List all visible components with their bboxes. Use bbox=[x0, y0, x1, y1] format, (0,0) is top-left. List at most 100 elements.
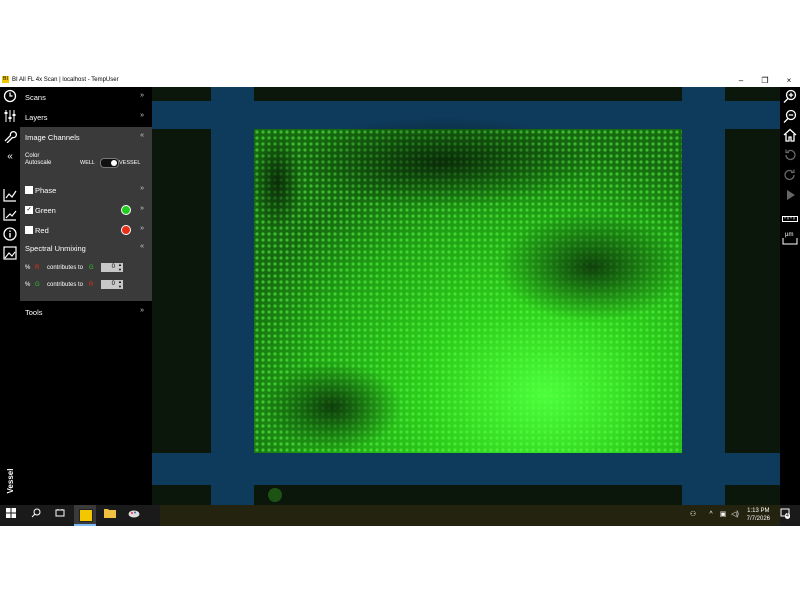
contributes-to-label: contributes to bbox=[47, 282, 84, 288]
zoom-in-icon[interactable] bbox=[782, 89, 798, 105]
green-label: Green bbox=[35, 206, 56, 215]
chevron-down-icon: » bbox=[140, 92, 144, 99]
clock-icon[interactable] bbox=[2, 89, 18, 105]
bottom-well-spot bbox=[268, 488, 282, 502]
people-icon[interactable]: ⚇ bbox=[686, 508, 700, 522]
image-channels-box: Image Channels « Color Autoscale WELL VE… bbox=[20, 127, 152, 301]
system-clock[interactable]: 1:13 PM 7/7/2026 bbox=[747, 507, 770, 523]
task-view-icon[interactable] bbox=[53, 508, 67, 522]
vessel-frame-right bbox=[682, 87, 725, 505]
toggle-well-label: WELL bbox=[80, 160, 95, 166]
application-window: BI BI All FL 4x Scan | localhost - TempU… bbox=[0, 74, 800, 526]
image-viewer[interactable] bbox=[152, 87, 780, 505]
dark-region bbox=[497, 212, 687, 322]
image-channels-label: Image Channels bbox=[25, 133, 80, 142]
app-icon: BI bbox=[2, 76, 9, 83]
unmix-r-to-g-stepper[interactable]: 0 ▲ ▼ bbox=[101, 262, 123, 272]
green-checkbox[interactable]: ✓ bbox=[25, 206, 33, 214]
sliders-icon[interactable] bbox=[2, 109, 18, 125]
tools-section[interactable]: Tools » bbox=[20, 302, 152, 322]
chevron-up-icon: « bbox=[140, 132, 144, 139]
layers-label: Layers bbox=[25, 113, 48, 122]
well-vessel-toggle[interactable] bbox=[100, 158, 119, 168]
stepper-arrows-icon[interactable]: ▲ ▼ bbox=[118, 262, 122, 272]
clock-time: 1:13 PM bbox=[747, 508, 770, 514]
home-icon[interactable] bbox=[782, 128, 798, 144]
chevron-down-icon[interactable]: » bbox=[140, 185, 144, 192]
vessel-frame-left bbox=[211, 87, 254, 505]
red-color-dot[interactable] bbox=[121, 225, 131, 235]
layers-section[interactable]: Layers » bbox=[20, 107, 152, 127]
image-channels-header[interactable]: Image Channels « bbox=[20, 127, 152, 147]
dark-region bbox=[292, 117, 592, 207]
scans-section[interactable]: Scans » bbox=[20, 87, 152, 107]
dark-region bbox=[252, 132, 302, 232]
red-channel-row[interactable]: Red » bbox=[20, 220, 152, 240]
minimize-button[interactable]: – bbox=[730, 74, 752, 87]
unmix-g-to-r-stepper[interactable]: 0 ▲ ▼ bbox=[101, 279, 123, 289]
chevron-down-icon: » bbox=[140, 112, 144, 119]
notifications-icon[interactable]: 4 bbox=[778, 508, 792, 522]
graph-icon[interactable] bbox=[2, 188, 18, 204]
color-autoscale-label: Color Autoscale bbox=[25, 153, 51, 167]
r-label: R bbox=[89, 282, 94, 288]
spectral-unmixing-label: Spectral Unmixing bbox=[25, 244, 86, 253]
paint-app-icon[interactable] bbox=[127, 508, 141, 522]
green-color-dot[interactable] bbox=[121, 205, 131, 215]
chevron-down-icon[interactable]: » bbox=[140, 205, 144, 212]
toggle-knob bbox=[111, 160, 117, 166]
rotate-forward-icon[interactable] bbox=[782, 148, 798, 164]
tools-label: Tools bbox=[25, 308, 43, 317]
spectral-unmixing-header[interactable]: Spectral Unmixing « bbox=[20, 238, 152, 258]
windows-start-icon[interactable] bbox=[4, 508, 18, 522]
toggle-vessel-label: VESSEL bbox=[119, 160, 141, 166]
right-toolbar: µm bbox=[780, 87, 800, 505]
app-taskbar-icon bbox=[79, 509, 93, 522]
unmix-value: 0 bbox=[111, 264, 115, 270]
chart-line-icon[interactable] bbox=[2, 207, 18, 223]
chevron-down-icon[interactable]: » bbox=[140, 225, 144, 232]
close-button[interactable]: × bbox=[778, 74, 800, 87]
phase-checkbox[interactable] bbox=[25, 186, 33, 194]
phase-channel-row[interactable]: Phase » bbox=[20, 180, 152, 200]
zoom-out-icon[interactable] bbox=[782, 109, 798, 125]
scan-canvas[interactable] bbox=[152, 87, 780, 505]
image-icon[interactable] bbox=[2, 246, 18, 262]
active-app-taskbar-button[interactable] bbox=[74, 505, 96, 526]
unmix-value: 0 bbox=[111, 281, 115, 287]
g-label: G bbox=[89, 265, 94, 271]
title-bar: BI BI All FL 4x Scan | localhost - TempU… bbox=[0, 74, 800, 87]
contributes-to-label: contributes to bbox=[47, 265, 84, 271]
left-icon-sidebar: « Vessel bbox=[0, 87, 20, 505]
search-icon[interactable] bbox=[29, 508, 43, 522]
clock-date: 7/7/2026 bbox=[746, 516, 770, 522]
wrench-icon[interactable] bbox=[2, 129, 18, 145]
chevron-down-icon: » bbox=[140, 307, 144, 314]
g-label: G bbox=[35, 282, 40, 288]
chevron-up-icon: « bbox=[140, 243, 144, 250]
vessel-label[interactable]: Vessel bbox=[6, 461, 18, 501]
volume-icon[interactable]: ◁) bbox=[728, 508, 742, 522]
phase-label: Phase bbox=[35, 186, 57, 195]
unmix-r-to-g-row: % R contributes to G 0 ▲ ▼ bbox=[25, 262, 149, 275]
windows-taskbar: ⚇ ^ ▣ ◁) 1:13 PM 7/7/2026 4 bbox=[0, 505, 800, 526]
scans-label: Scans bbox=[25, 93, 46, 102]
green-channel-row[interactable]: ✓ Green » bbox=[20, 200, 152, 220]
color-autoscale-line-1: Color bbox=[25, 153, 40, 159]
color-autoscale-line-2: Autoscale bbox=[25, 160, 52, 166]
percent-label: % bbox=[25, 265, 31, 271]
file-explorer-icon[interactable] bbox=[103, 508, 117, 522]
rotate-back-icon[interactable] bbox=[782, 168, 798, 184]
info-icon[interactable] bbox=[2, 227, 18, 243]
play-icon[interactable] bbox=[782, 188, 798, 204]
ruler-icon[interactable] bbox=[782, 212, 798, 228]
red-checkbox[interactable] bbox=[25, 226, 33, 234]
collapse-icon[interactable]: « bbox=[2, 149, 18, 165]
dark-region bbox=[262, 362, 402, 452]
unmix-g-to-r-row: % G contributes to R 0 ▲ ▼ bbox=[25, 279, 149, 292]
micron-icon[interactable]: µm bbox=[782, 230, 798, 246]
maximize-button[interactable]: ❐ bbox=[754, 74, 776, 87]
red-label: Red bbox=[35, 226, 49, 235]
percent-label: % bbox=[25, 282, 31, 288]
stepper-arrows-icon[interactable]: ▲ ▼ bbox=[118, 279, 122, 289]
